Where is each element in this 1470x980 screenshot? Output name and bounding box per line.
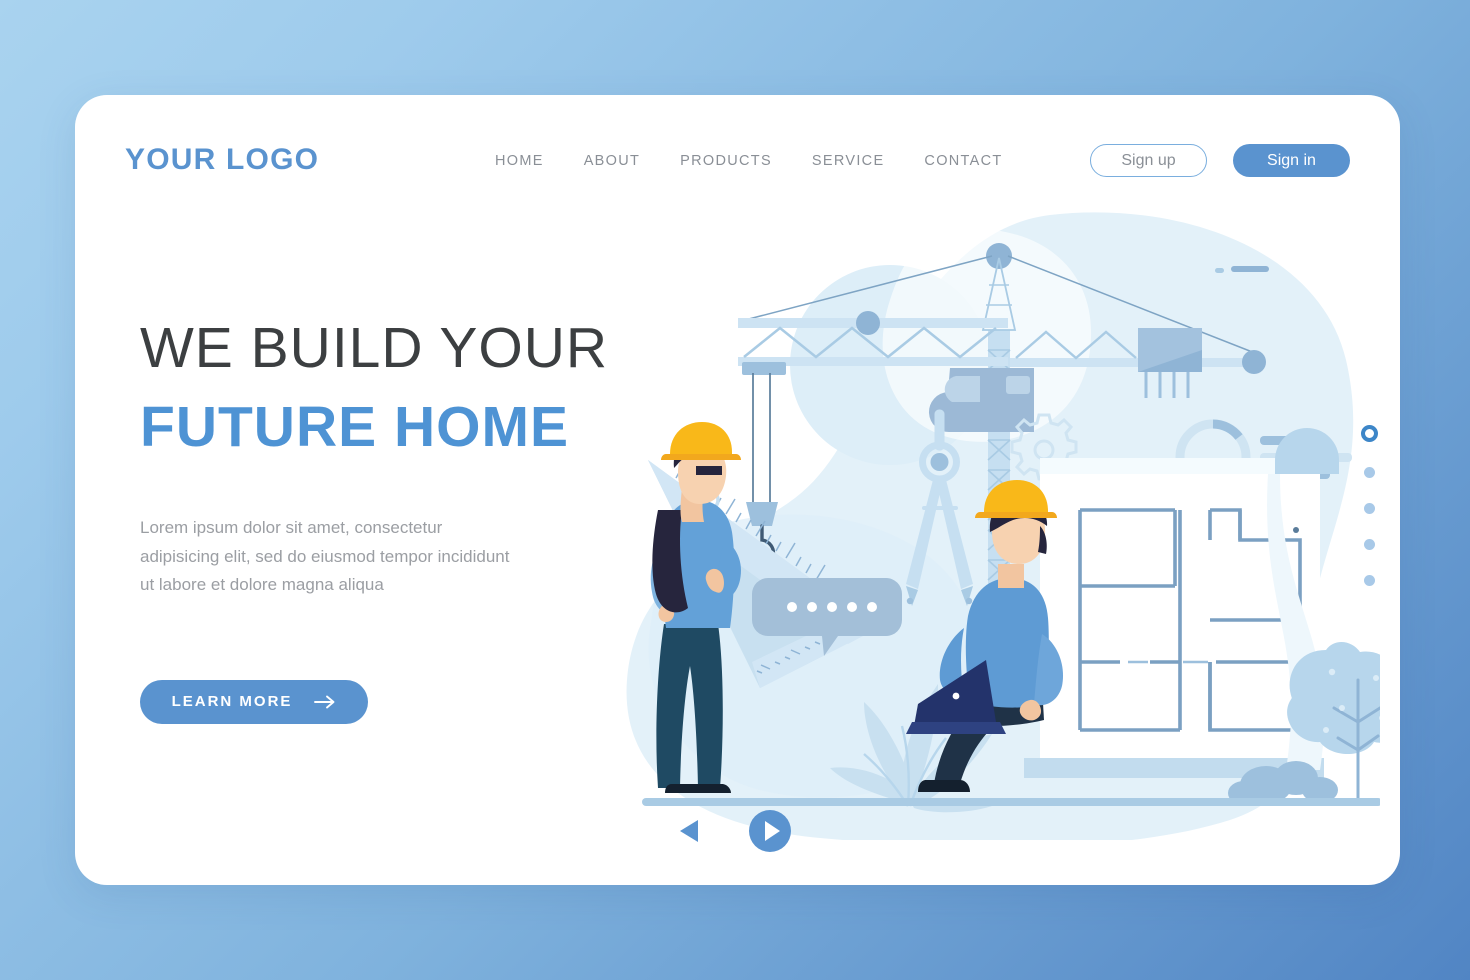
nav-item-contact[interactable]: CONTACT — [924, 153, 1002, 169]
nav-item-service[interactable]: SERVICE — [812, 153, 885, 169]
headline-line-1: WE BUILD YOUR — [140, 316, 609, 380]
counterweight-pulley — [1242, 350, 1266, 374]
pagination-dot-1[interactable] — [1361, 425, 1378, 442]
crane-trolley — [856, 311, 880, 335]
auth-actions: Sign up Sign in — [1090, 144, 1350, 177]
nav-item-home[interactable]: HOME — [495, 153, 544, 169]
construction-scene-illustration — [620, 210, 1380, 840]
learn-more-button[interactable]: LEARN MORE — [140, 679, 368, 724]
arrow-right-icon — [314, 695, 336, 709]
pagination-dot-4[interactable] — [1364, 539, 1375, 550]
carousel-next-button[interactable] — [749, 810, 791, 855]
hero-copy-block: WE BUILD YOUR FUTURE HOME Lorem ipsum do… — [140, 320, 680, 724]
triangle-left-icon — [675, 820, 701, 848]
pagination-dot-5[interactable] — [1364, 575, 1375, 586]
hero-paragraph: Lorem ipsum dolor sit amet, consectetur … — [140, 518, 510, 595]
pagination-dot-3[interactable] — [1364, 503, 1375, 514]
main-navigation: HOME ABOUT PRODUCTS SERVICE CONTACT — [495, 153, 1003, 169]
nav-item-about[interactable]: ABOUT — [584, 153, 640, 169]
site-logo[interactable]: YOUR LOGO — [125, 143, 319, 177]
landing-page-card: YOUR LOGO HOME ABOUT PRODUCTS SERVICE CO… — [75, 95, 1400, 885]
learn-more-label: LEARN MORE — [171, 693, 293, 711]
pagination-dot-2[interactable] — [1364, 467, 1375, 478]
ground-line — [642, 798, 1380, 806]
carousel-prev-button[interactable] — [675, 817, 701, 848]
sign-up-button[interactable]: Sign up — [1090, 144, 1207, 177]
nav-item-products[interactable]: PRODUCTS — [680, 153, 772, 169]
headline-line-2: FUTURE HOME — [140, 395, 569, 459]
sign-in-button[interactable]: Sign in — [1233, 144, 1350, 177]
carousel-controls — [675, 810, 791, 855]
play-circle-icon — [749, 810, 791, 855]
carousel-pagination — [1361, 425, 1378, 586]
